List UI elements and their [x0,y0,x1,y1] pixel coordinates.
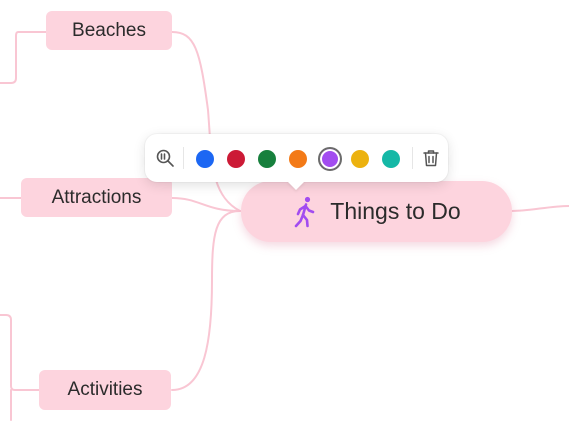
node-beaches-label: Beaches [72,19,146,41]
node-activities-label: Activities [67,379,143,400]
node-attractions-label: Attractions [51,186,142,208]
node-activities[interactable]: Activities [39,370,171,410]
central-node-label: Things to Do [330,198,461,224]
color-swatch-orange[interactable] [289,150,307,168]
zoom-icon [156,149,174,167]
color-swatch-green[interactable] [258,150,276,168]
trash-icon [423,150,439,167]
color-swatch-purple[interactable] [318,147,342,171]
color-swatch-teal[interactable] [382,150,400,168]
toolbar-divider [412,147,413,169]
toolbar-divider [183,147,184,169]
node-attractions[interactable]: Attractions [21,178,172,217]
node-beaches[interactable]: Beaches [46,11,172,50]
connector-beaches-left [0,31,47,84]
zoom-button[interactable] [153,146,177,170]
connector-activities-left [0,314,40,391]
connector-right [511,205,569,212]
walking-person-icon [294,196,315,227]
color-swatch-yellow[interactable] [351,150,369,168]
node-style-toolbar [145,134,448,182]
mindmap-canvas[interactable]: Beaches Attractions Activities Things to… [0,0,569,423]
connector-beaches [171,31,241,212]
delete-button[interactable] [419,146,443,170]
connector-activities [171,210,241,391]
central-node[interactable]: Things to Do [241,181,512,242]
toolbar-pointer [287,181,305,190]
color-swatch-blue[interactable] [196,150,214,168]
color-swatch-red[interactable] [227,150,245,168]
